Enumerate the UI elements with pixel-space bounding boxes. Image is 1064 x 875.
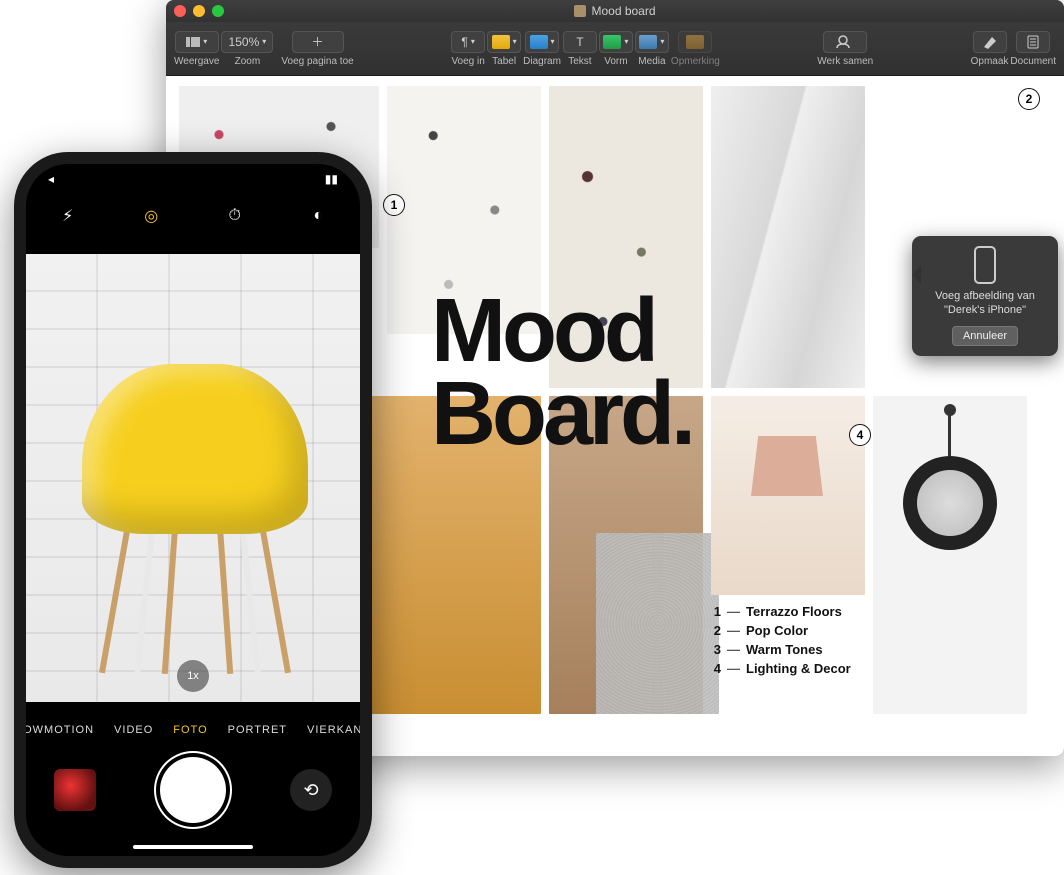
window-titlebar: Mood board: [166, 0, 1064, 22]
iphone-device: ◂ ▮▮ ⚡︎ ◎ ⏱ ◐ 1x LOWMOTION VIDEO FOTO PO…: [14, 152, 372, 868]
window-title: Mood board: [166, 4, 1064, 18]
moodboard-image-lamp[interactable]: [711, 396, 865, 595]
insert-button[interactable]: ¶ Voeg in: [451, 31, 485, 67]
mode-slowmo[interactable]: LOWMOTION: [26, 724, 94, 736]
camera-bottom-controls: ⟲: [26, 750, 360, 830]
popover-line-2: "Derek's iPhone": [920, 304, 1050, 318]
flip-camera-button[interactable]: ⟲: [290, 769, 332, 811]
mirror-icon: [903, 456, 997, 550]
iphone-outline-icon: [974, 246, 996, 284]
camera-viewfinder[interactable]: 1x: [26, 254, 360, 702]
shape-button[interactable]: Vorm: [599, 31, 633, 67]
toolbar: Weergave 150% Zoom ＋ Voeg pagina toe ¶ V…: [166, 22, 1064, 76]
popover-line-1: Voeg afbeelding van: [920, 290, 1050, 304]
view-button[interactable]: Weergave: [174, 31, 219, 67]
callout-2[interactable]: 2: [1018, 88, 1040, 110]
moodboard-image-marble[interactable]: [711, 86, 865, 388]
camera-modes: LOWMOTION VIDEO FOTO PORTRET VIERKANT: [26, 724, 360, 736]
status-left-icon: ◂: [48, 172, 54, 186]
shutter-button[interactable]: [160, 757, 226, 823]
mode-square[interactable]: VIERKANT: [307, 724, 360, 736]
headline-line-2: Board.: [431, 373, 692, 456]
media-button[interactable]: Media: [635, 31, 669, 67]
subject-chair: [72, 344, 318, 674]
flash-icon[interactable]: ⚡︎: [56, 204, 80, 228]
mode-photo[interactable]: FOTO: [173, 724, 207, 736]
window-title-text: Mood board: [591, 4, 655, 18]
continuity-camera-popover: Voeg afbeelding van "Derek's iPhone" Ann…: [912, 236, 1058, 356]
home-indicator[interactable]: [133, 845, 253, 849]
headline-text[interactable]: Mood Board.: [431, 290, 692, 456]
legend-row: 2—Pop Color: [711, 623, 865, 638]
iphone-screen: ◂ ▮▮ ⚡︎ ◎ ⏱ ◐ 1x LOWMOTION VIDEO FOTO PO…: [26, 164, 360, 856]
camera-top-controls: ⚡︎ ◎ ⏱ ◐: [26, 204, 360, 228]
document-icon: [574, 5, 586, 17]
collaborate-button[interactable]: Werk samen: [817, 31, 873, 67]
legend-row: 1—Terrazzo Floors: [711, 604, 865, 619]
comment-button[interactable]: Opmerking: [671, 31, 720, 67]
legend-row: 4—Lighting & Decor: [711, 661, 865, 676]
moodboard-image-mirror[interactable]: [873, 396, 1027, 714]
mode-portrait[interactable]: PORTRET: [228, 724, 287, 736]
status-right-icons: ▮▮: [325, 172, 338, 186]
iphone-notch: [113, 164, 273, 192]
cancel-button[interactable]: Annuleer: [952, 326, 1018, 346]
zoom-value: 150%: [221, 31, 273, 53]
table-button[interactable]: Tabel: [487, 31, 521, 67]
headline-line-1: Mood: [431, 290, 692, 373]
zoom-button[interactable]: 150% Zoom: [221, 31, 273, 67]
document-button[interactable]: Document: [1010, 31, 1056, 67]
last-photo-thumbnail[interactable]: [54, 769, 96, 811]
moodboard-image-fur[interactable]: [596, 533, 719, 714]
filters-icon[interactable]: ◐: [306, 204, 330, 228]
chart-button[interactable]: Diagram: [523, 31, 561, 67]
callout-4[interactable]: 4: [849, 424, 871, 446]
live-photo-icon[interactable]: ◎: [139, 204, 163, 228]
legend[interactable]: 1—Terrazzo Floors 2—Pop Color 3—Warm Ton…: [711, 604, 865, 680]
zoom-badge[interactable]: 1x: [177, 660, 209, 692]
format-button[interactable]: Opmaak: [971, 31, 1009, 67]
add-page-button[interactable]: ＋ Voeg pagina toe: [281, 31, 353, 67]
timer-icon[interactable]: ⏱: [223, 204, 247, 228]
legend-row: 3—Warm Tones: [711, 642, 865, 657]
text-button[interactable]: T Tekst: [563, 31, 597, 67]
callout-1[interactable]: 1: [383, 194, 405, 216]
mode-video[interactable]: VIDEO: [114, 724, 153, 736]
